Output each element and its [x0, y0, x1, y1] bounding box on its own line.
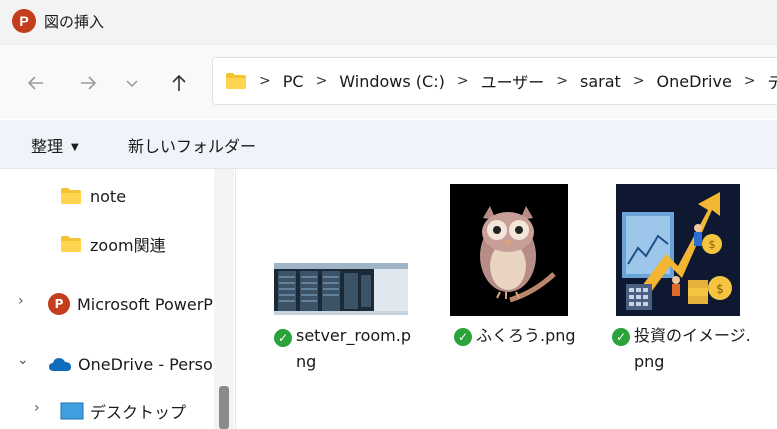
sidebar-item-onedrive[interactable]: OneDrive - Personal: [48, 352, 213, 376]
breadcrumb-users[interactable]: ユーザー: [481, 69, 545, 93]
onedrive-cloud-icon: [49, 358, 71, 371]
breadcrumb-separator: >: [315, 73, 328, 89]
server-room-thumbnail: [274, 263, 408, 315]
file-name-line: 投資のイメージ.: [634, 326, 751, 345]
organize-label: 整理: [31, 137, 64, 156]
file-item[interactable]: ✓ setver_room.p ng: [274, 263, 411, 378]
command-bar: 整理 ▼ 新しいフォルダー: [0, 120, 777, 169]
chevron-right-icon[interactable]: ›: [18, 293, 24, 309]
window-title: 図の挿入: [44, 13, 105, 31]
sidebar-item-label: note: [90, 186, 127, 206]
breadcrumb-separator: >: [259, 73, 271, 89]
sync-status-icon: ✓: [612, 328, 630, 346]
sidebar-item-label: OneDrive - Personal: [78, 354, 213, 374]
file-item[interactable]: ✓ ふくろう.png: [450, 184, 576, 354]
breadcrumb-separator: >: [556, 73, 569, 89]
sidebar-item-label: Microsoft PowerPoint: [77, 294, 213, 314]
up-button[interactable]: [163, 67, 195, 99]
chevron-down-icon[interactable]: ⌄: [17, 352, 29, 368]
file-name: 投資のイメージ. png: [634, 323, 774, 375]
desktop-folder-icon: [60, 402, 84, 420]
sync-status-icon: ✓: [274, 329, 292, 347]
chevron-down-icon: [126, 80, 138, 88]
back-button[interactable]: [20, 67, 52, 99]
powerpoint-icon: P: [48, 293, 70, 315]
folder-icon: [61, 236, 81, 252]
breadcrumb-onedrive[interactable]: OneDrive: [657, 72, 732, 91]
recent-locations-button[interactable]: [116, 67, 148, 99]
svg-text:$: $: [716, 282, 724, 296]
sidebar-item-label: デスクトップ: [90, 403, 187, 422]
sidebar-item-powerpoint[interactable]: P Microsoft PowerPoint: [48, 292, 213, 316]
sidebar-item-label: zoom関連: [90, 236, 166, 255]
file-name-line: setver_room.p: [296, 326, 411, 345]
breadcrumb-drive[interactable]: Windows (C:): [339, 72, 445, 91]
forward-button[interactable]: [72, 67, 104, 99]
address-bar[interactable]: > PC > Windows (C:) > ユーザー > sarat > One…: [212, 57, 777, 105]
sync-status-icon: ✓: [454, 328, 472, 346]
svg-text:$: $: [709, 238, 716, 251]
caret-down-icon: ▼: [71, 142, 79, 153]
powerpoint-icon: P: [12, 9, 36, 33]
chevron-right-icon[interactable]: ›: [34, 400, 40, 416]
navigation-bar: > PC > Windows (C:) > ユーザー > sarat > One…: [0, 45, 777, 119]
folder-icon: [61, 188, 81, 204]
arrow-left-icon: [27, 76, 43, 90]
folder-icon: [226, 73, 246, 89]
owl-thumbnail: [450, 184, 568, 316]
file-item[interactable]: $ $ ✓ 投資のイメージ. png: [612, 184, 752, 384]
file-name-line: ng: [296, 352, 317, 371]
sidebar-item-desktop[interactable]: デスクトップ: [60, 399, 186, 423]
organize-button[interactable]: 整理 ▼: [31, 133, 79, 157]
file-list: ✓ setver_room.p ng ✓ ふくろう.png $ $ ✓ 投資のイ…: [236, 169, 777, 429]
arrow-up-icon: [172, 74, 186, 91]
breadcrumb-separator: >: [456, 73, 469, 89]
navigation-pane: note zoom関連 › P Microsoft PowerPoint ⌄ O…: [0, 169, 236, 429]
file-name: ふくろう.png: [476, 323, 606, 349]
investment-thumbnail: $ $: [616, 184, 740, 316]
sidebar-scrollbar-thumb[interactable]: [219, 386, 229, 429]
breadcrumb-separator: >: [743, 73, 756, 89]
sidebar-item-zoom[interactable]: zoom関連: [60, 232, 166, 256]
breadcrumb-pc[interactable]: PC: [283, 72, 304, 91]
breadcrumb-user[interactable]: sarat: [580, 72, 621, 91]
file-name-line: png: [634, 352, 665, 371]
file-name: setver_room.p ng: [296, 323, 414, 375]
sidebar-item-note[interactable]: note: [60, 184, 126, 208]
new-folder-button[interactable]: 新しいフォルダー: [128, 133, 256, 157]
title-bar: P 図の挿入: [0, 0, 777, 45]
breadcrumb-desktop[interactable]: デスクトップ: [768, 69, 777, 93]
new-folder-label: 新しいフォルダー: [128, 137, 257, 156]
breadcrumb-separator: >: [632, 73, 645, 89]
file-name-line: ふくろう.png: [476, 326, 576, 345]
arrow-right-icon: [81, 76, 97, 90]
